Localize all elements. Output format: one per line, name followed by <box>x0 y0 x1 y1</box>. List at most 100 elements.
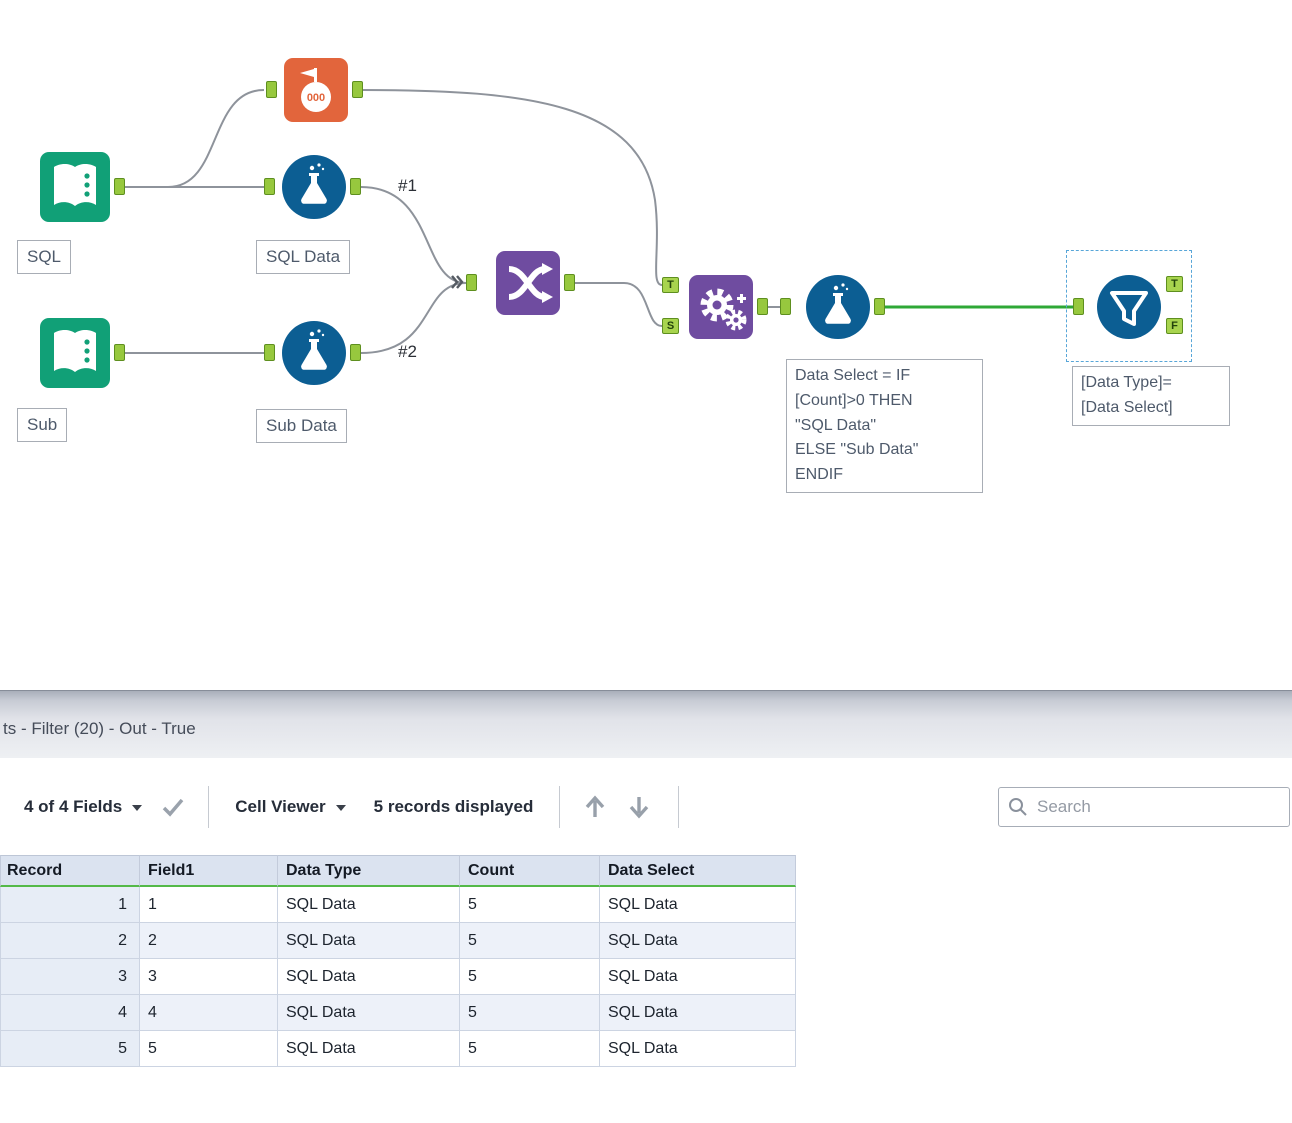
cell-viewer-label: Cell Viewer <box>235 796 326 816</box>
input-anchor-formula-select[interactable] <box>780 298 791 315</box>
column-header-data-type[interactable]: Data Type <box>278 855 460 887</box>
connection-formula-sql-to-union[interactable] <box>360 186 467 284</box>
tool-annotation-sql[interactable]: SQL <box>17 240 72 274</box>
output-anchor-formula-sql[interactable] <box>350 178 361 195</box>
tool-input-data-sub[interactable] <box>40 318 110 388</box>
input-data-icon <box>40 318 110 388</box>
cell-viewer-dropdown[interactable]: Cell Viewer <box>235 796 346 817</box>
tool-formula-data-select[interactable] <box>806 275 870 339</box>
output-anchor-count[interactable] <box>352 81 363 98</box>
results-panel: ts - Filter (20) - Out - True 4 of 4 Fie… <box>0 690 1292 1123</box>
record-cell[interactable]: 3 <box>0 959 140 995</box>
tool-annotation-sub-data[interactable]: Sub Data <box>256 409 347 443</box>
data-select-cell[interactable]: SQL Data <box>600 959 796 995</box>
results-header: ts - Filter (20) - Out - True <box>0 690 1292 758</box>
data-type-cell[interactable]: SQL Data <box>278 887 460 923</box>
input-anchor-macro-t[interactable]: T <box>662 277 679 293</box>
data-select-cell[interactable]: SQL Data <box>600 995 796 1031</box>
record-cell[interactable]: 5 <box>0 1031 140 1067</box>
count-cell[interactable]: 5 <box>460 1031 600 1067</box>
count-records-icon: 000 <box>284 58 348 122</box>
records-displayed-text: 5 records displayed <box>373 796 534 816</box>
field1-cell[interactable]: 5 <box>140 1031 278 1067</box>
connection-union-to-macro-s[interactable] <box>575 282 663 327</box>
tool-annotation-sub[interactable]: Sub <box>17 408 68 442</box>
formula-icon <box>282 155 346 219</box>
tool-annotation-filter[interactable]: [Data Type]= [Data Select] <box>1072 366 1230 426</box>
record-cell[interactable]: 4 <box>0 995 140 1031</box>
chevron-down-icon <box>132 805 143 811</box>
output-anchor-union[interactable] <box>564 274 575 291</box>
arrow-up-icon[interactable] <box>582 793 608 821</box>
column-header-record[interactable]: Record <box>0 855 140 887</box>
count-cell[interactable]: 5 <box>460 887 600 923</box>
macro-gears-icon <box>689 275 753 339</box>
column-header-data-select[interactable]: Data Select <box>600 855 796 887</box>
tool-macro[interactable] <box>689 275 753 339</box>
filter-icon <box>1097 275 1161 339</box>
column-header-field1[interactable]: Field1 <box>140 855 278 887</box>
checkmark-icon[interactable] <box>160 795 186 819</box>
record-cell[interactable]: 1 <box>0 887 140 923</box>
connection-label-1: #1 <box>398 176 417 195</box>
record-cell[interactable]: 2 <box>0 923 140 959</box>
field1-cell[interactable]: 4 <box>140 995 278 1031</box>
input-anchor-formula-sql[interactable] <box>264 178 275 195</box>
field1-cell[interactable]: 1 <box>140 887 278 923</box>
tool-union[interactable] <box>496 251 560 315</box>
output-anchor-filter-true[interactable]: T <box>1166 276 1183 292</box>
count-cell[interactable]: 5 <box>460 923 600 959</box>
toolbar-separator <box>208 785 210 828</box>
formula-icon <box>282 321 346 385</box>
data-type-cell[interactable]: SQL Data <box>278 995 460 1031</box>
results-toolbar: 4 of 4 Fields Cell Viewer 5 records disp… <box>0 758 1292 855</box>
input-anchor-count[interactable] <box>266 81 277 98</box>
data-type-cell[interactable]: SQL Data <box>278 959 460 995</box>
data-select-cell[interactable]: SQL Data <box>600 887 796 923</box>
tool-input-data-sql[interactable] <box>40 152 110 222</box>
fields-dropdown[interactable]: 4 of 4 Fields <box>24 796 143 817</box>
output-anchor-sql[interactable] <box>114 178 125 195</box>
table-row: 4 4 SQL Data 5 SQL Data <box>0 995 796 1031</box>
output-anchor-formula-sub[interactable] <box>350 344 361 361</box>
search-icon <box>1009 797 1027 816</box>
alteryx-window: SQL Sub 000 #1 SQL Data #2 Sub Data T S … <box>0 0 1292 1123</box>
arrow-down-icon[interactable] <box>626 793 652 821</box>
table-header-row: Record Field1 Data Type Count Data Selec… <box>0 855 796 887</box>
data-type-cell[interactable]: SQL Data <box>278 1031 460 1067</box>
connection-label-2: #2 <box>398 342 417 361</box>
input-anchor-macro-s[interactable]: S <box>662 318 679 334</box>
workflow-canvas[interactable]: SQL Sub 000 #1 SQL Data #2 Sub Data T S … <box>0 0 1292 690</box>
table-row: 1 1 SQL Data 5 SQL Data <box>0 887 796 923</box>
data-select-cell[interactable]: SQL Data <box>600 923 796 959</box>
tool-filter[interactable] <box>1097 275 1161 339</box>
toolbar-separator <box>678 785 680 828</box>
fields-dropdown-label: 4 of 4 Fields <box>24 796 123 816</box>
tool-annotation-sql-data[interactable]: SQL Data <box>256 240 351 274</box>
tool-formula-sql-data[interactable] <box>282 155 346 219</box>
search-box[interactable] <box>998 786 1290 827</box>
table-row: 3 3 SQL Data 5 SQL Data <box>0 959 796 995</box>
field1-cell[interactable]: 2 <box>140 923 278 959</box>
count-cell[interactable]: 5 <box>460 995 600 1031</box>
search-input[interactable] <box>1037 796 1267 817</box>
output-anchor-filter-false[interactable]: F <box>1166 318 1183 334</box>
input-anchor-formula-sub[interactable] <box>264 344 275 361</box>
toolbar-separator <box>559 785 561 828</box>
count-cell[interactable]: 5 <box>460 959 600 995</box>
formula-icon <box>806 275 870 339</box>
connection-sql-to-count[interactable] <box>125 89 265 188</box>
tool-count-records[interactable]: 000 <box>284 58 348 122</box>
data-select-cell[interactable]: SQL Data <box>600 1031 796 1067</box>
column-header-count[interactable]: Count <box>460 855 600 887</box>
output-anchor-formula-select[interactable] <box>874 298 885 315</box>
input-anchor-union[interactable] <box>466 274 477 291</box>
tool-annotation-formula-select[interactable]: Data Select = IF [Count]>0 THEN "SQL Dat… <box>786 359 983 493</box>
input-anchor-filter[interactable] <box>1073 298 1084 315</box>
output-anchor-macro[interactable] <box>757 298 768 315</box>
chevron-down-icon <box>335 805 346 811</box>
output-anchor-sub[interactable] <box>114 344 125 361</box>
field1-cell[interactable]: 3 <box>140 959 278 995</box>
data-type-cell[interactable]: SQL Data <box>278 923 460 959</box>
tool-formula-sub-data[interactable] <box>282 321 346 385</box>
